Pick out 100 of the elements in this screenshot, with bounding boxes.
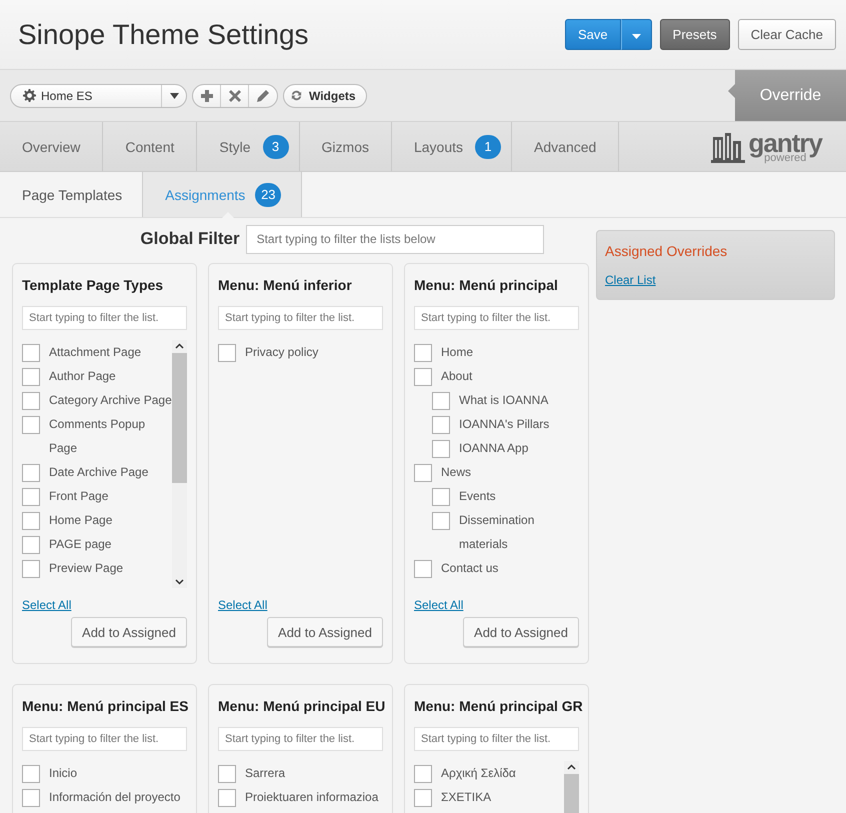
select-all-link[interactable]: Select All bbox=[22, 598, 72, 612]
tab[interactable]: Style 3 bbox=[197, 122, 300, 171]
add-to-assigned-button[interactable]: Add to Assigned bbox=[267, 617, 383, 647]
checkbox[interactable] bbox=[432, 512, 450, 530]
item-label: ΣΧΕΤΙΚΑ bbox=[441, 789, 492, 806]
chevron-up-icon bbox=[567, 764, 576, 770]
item-label: Home Page bbox=[49, 512, 114, 529]
tab[interactable]: Page Templates bbox=[0, 172, 142, 217]
logo-text: gantry bbox=[748, 130, 822, 156]
item-label: IOANNA App bbox=[459, 440, 530, 457]
clear-cache-button[interactable]: Clear Cache bbox=[738, 19, 836, 50]
item-label: Author Page bbox=[49, 368, 117, 385]
add-to-assigned-button[interactable]: Add to Assigned bbox=[71, 617, 187, 647]
global-filter-field[interactable]: Start typing to filter the lists below bbox=[246, 224, 544, 254]
panel-title: Assigned Overrides bbox=[605, 243, 728, 259]
checkbox[interactable] bbox=[218, 765, 236, 783]
item-label: Comments Popup Page bbox=[49, 416, 146, 457]
item-label: IOANNA's Pillars bbox=[459, 416, 550, 433]
checkbox[interactable] bbox=[414, 560, 432, 578]
tab[interactable]: Overview bbox=[0, 122, 104, 171]
select-all-link[interactable]: Select All bbox=[218, 598, 268, 612]
count-badge: 1 bbox=[475, 134, 502, 158]
item-label: Preview Page bbox=[49, 560, 124, 577]
pencil-icon bbox=[257, 90, 269, 102]
checkbox[interactable] bbox=[22, 392, 40, 410]
item-label: PAGE page bbox=[49, 536, 112, 553]
item-label: News bbox=[441, 464, 472, 481]
filter-field[interactable]: Start typing to filter the list. bbox=[218, 306, 383, 330]
building-icon bbox=[710, 130, 745, 162]
filter-label: Global Filter bbox=[140, 229, 240, 249]
item-label: Inicio bbox=[49, 765, 78, 782]
checkbox[interactable] bbox=[432, 416, 450, 434]
checkbox[interactable] bbox=[22, 512, 40, 530]
checkbox[interactable] bbox=[218, 344, 236, 362]
item-label: Contact us bbox=[441, 560, 500, 577]
item-label: Front Page bbox=[49, 488, 110, 505]
checkbox[interactable] bbox=[22, 789, 40, 807]
count-badge: 3 bbox=[262, 134, 289, 158]
filter-field[interactable]: Start typing to filter the list. bbox=[22, 727, 187, 751]
tab[interactable]: Advanced bbox=[512, 122, 620, 171]
refresh-icon bbox=[290, 89, 303, 102]
item-label: About bbox=[441, 368, 474, 385]
filter-field[interactable]: Start typing to filter the list. bbox=[414, 306, 579, 330]
item-label: Category Archive Page bbox=[49, 392, 172, 409]
checkbox[interactable] bbox=[22, 765, 40, 783]
select-all-link[interactable]: Select All bbox=[414, 598, 464, 612]
checkbox[interactable] bbox=[22, 464, 40, 482]
tab[interactable]: Assignments 23 bbox=[142, 172, 302, 217]
item-label: Proiektuaren informazioa bbox=[245, 789, 380, 806]
checkbox[interactable] bbox=[414, 344, 432, 362]
checkbox[interactable] bbox=[432, 488, 450, 506]
checkbox[interactable] bbox=[22, 368, 40, 386]
filter-field[interactable]: Start typing to filter the list. bbox=[414, 727, 579, 751]
checkbox[interactable] bbox=[432, 392, 450, 410]
filter-field[interactable]: Start typing to filter the list. bbox=[22, 306, 187, 330]
item-label: Date Archive Page bbox=[49, 464, 150, 481]
item-label: Privacy policy bbox=[245, 344, 320, 361]
dropdown-toggle[interactable] bbox=[620, 19, 652, 50]
checkbox[interactable] bbox=[432, 440, 450, 458]
plus-icon bbox=[200, 90, 212, 102]
checkbox[interactable] bbox=[414, 765, 432, 783]
tab[interactable]: Content bbox=[103, 122, 198, 171]
item-label: What is IOANNA bbox=[459, 392, 550, 409]
card-title: Menu: Menú inferior bbox=[218, 277, 353, 293]
add-to-assigned-button[interactable]: Add to Assigned bbox=[463, 617, 579, 647]
card-title: Template Page Types bbox=[22, 277, 164, 293]
item-label: Home bbox=[441, 344, 474, 361]
widgets-button[interactable]: Widgets bbox=[283, 84, 367, 108]
save-button[interactable]: Save bbox=[565, 19, 621, 50]
gear-icon bbox=[23, 89, 36, 102]
checkbox[interactable] bbox=[22, 344, 40, 362]
card-title: Menu: Menú principal EU bbox=[218, 698, 383, 714]
override-label: Override bbox=[728, 70, 846, 121]
presets-button[interactable]: Presets bbox=[660, 19, 730, 50]
page-title: Sinope Theme Settings bbox=[18, 18, 309, 50]
caret-icon bbox=[632, 34, 641, 39]
clear-list-link[interactable]: Clear List bbox=[605, 273, 656, 287]
checkbox[interactable] bbox=[22, 488, 40, 506]
filter-field[interactable]: Start typing to filter the list. bbox=[218, 727, 383, 751]
item-label: Dissemination materials bbox=[459, 512, 536, 553]
checkbox[interactable] bbox=[22, 536, 40, 554]
override-select[interactable]: Home ES bbox=[10, 84, 187, 108]
scrollbar[interactable] bbox=[172, 340, 187, 588]
close-icon bbox=[228, 90, 240, 102]
checkbox[interactable] bbox=[414, 464, 432, 482]
card-title: Menu: Menú principal bbox=[414, 277, 559, 293]
chevron-down-icon bbox=[175, 579, 184, 585]
chevron-up-icon bbox=[175, 343, 184, 349]
checkbox[interactable] bbox=[414, 368, 432, 386]
checkbox[interactable] bbox=[414, 789, 432, 807]
tab[interactable]: Layouts 1 bbox=[392, 122, 512, 171]
card-title: Menu: Menú principal ES bbox=[22, 698, 187, 714]
item-label: Αρχική Σελίδα bbox=[441, 765, 517, 782]
checkbox[interactable] bbox=[218, 789, 236, 807]
item-label: Sarrera bbox=[245, 765, 286, 782]
count-badge: 23 bbox=[255, 182, 282, 206]
item-label: Events bbox=[459, 488, 497, 505]
tab[interactable]: Gizmos bbox=[300, 122, 392, 171]
checkbox[interactable] bbox=[22, 560, 40, 578]
checkbox[interactable] bbox=[22, 416, 40, 434]
